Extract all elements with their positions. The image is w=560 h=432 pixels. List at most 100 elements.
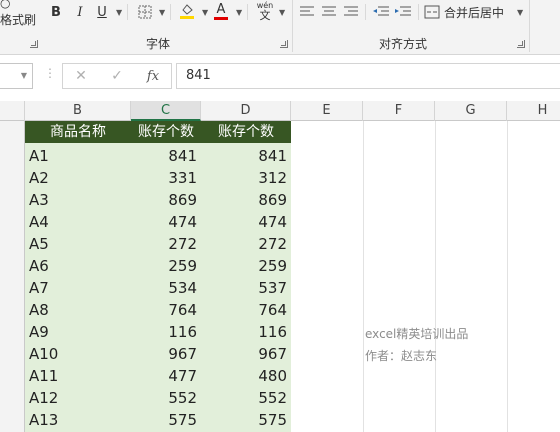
stock-count-c-cell[interactable]: 331: [135, 167, 197, 189]
stock-count-d-cell[interactable]: 312: [205, 167, 287, 189]
phonetic-dropdown-icon[interactable]: ▼: [279, 8, 285, 17]
italic-button[interactable]: I: [70, 1, 90, 23]
product-name-cell[interactable]: A5: [29, 233, 49, 255]
alignment-launcher-icon[interactable]: [517, 40, 525, 48]
alignment-group-label: 对齐方式: [379, 37, 428, 51]
phonetic-guide-button[interactable]: wén 文: [254, 0, 276, 22]
separator: [418, 4, 419, 20]
merge-center-button[interactable]: 合并后居中: [424, 1, 514, 23]
column-header-c[interactable]: C: [131, 101, 201, 121]
stock-count-d-cell[interactable]: 575: [205, 409, 287, 431]
stock-count-c-cell[interactable]: 477: [135, 365, 197, 387]
stock-count-c-cell[interactable]: 534: [135, 277, 197, 299]
name-box[interactable]: ▼: [0, 63, 33, 89]
column-header-f[interactable]: F: [363, 101, 435, 121]
table-row: A13 575 575: [25, 409, 291, 431]
font-launcher-icon[interactable]: [280, 40, 288, 48]
column-header-h[interactable]: H: [507, 101, 560, 121]
product-name-cell[interactable]: A12: [29, 387, 58, 409]
stock-count-c-cell[interactable]: 259: [135, 255, 197, 277]
decrease-indent-button[interactable]: [372, 1, 390, 23]
select-all-corner[interactable]: [0, 101, 25, 121]
font-group-label: 字体: [146, 37, 171, 51]
stock-count-d-cell[interactable]: 474: [205, 211, 287, 233]
stock-count-d-cell[interactable]: 259: [205, 255, 287, 277]
borders-dropdown-icon[interactable]: ▼: [159, 8, 165, 17]
clipboard-launcher-icon[interactable]: [30, 40, 38, 48]
formula-bar-buttons: ✕ ✓ fx: [62, 63, 172, 89]
stock-count-d-cell[interactable]: 116: [205, 321, 287, 343]
stock-count-c-cell[interactable]: 116: [135, 321, 197, 343]
row-header-gutter[interactable]: [0, 121, 25, 432]
fill-color-dropdown-icon[interactable]: ▼: [202, 8, 208, 17]
stock-count-c-cell[interactable]: 869: [135, 189, 197, 211]
stock-count-d-cell[interactable]: 480: [205, 365, 287, 387]
stock-count-c-cell[interactable]: 575: [135, 409, 197, 431]
stock-count-c-cell[interactable]: 474: [135, 211, 197, 233]
stock-count-c-cell[interactable]: 552: [135, 387, 197, 409]
decrease-indent-icon: [373, 6, 389, 16]
stock-count-c-cell[interactable]: 764: [135, 299, 197, 321]
header-cell-stock-count-c[interactable]: 账存个数: [131, 121, 201, 143]
header-cell-product-name[interactable]: 商品名称: [25, 121, 131, 143]
increase-indent-button[interactable]: [394, 1, 412, 23]
table-row: A10 967 967: [25, 343, 291, 365]
table-row: A4 474 474: [25, 211, 291, 233]
stock-count-d-cell[interactable]: 841: [205, 145, 287, 167]
bold-button[interactable]: B: [46, 1, 66, 23]
align-right-button[interactable]: [342, 1, 360, 23]
font-color-dropdown-icon[interactable]: ▼: [236, 8, 242, 17]
merge-center-dropdown-icon[interactable]: ▼: [517, 8, 523, 17]
formula-bar-grip-icon[interactable]: ⋮: [44, 66, 56, 80]
borders-button[interactable]: [136, 1, 154, 23]
header-cell-stock-count-d[interactable]: 账存个数: [201, 121, 291, 143]
product-name-cell[interactable]: A2: [29, 167, 49, 189]
product-name-cell[interactable]: A4: [29, 211, 49, 233]
product-name-cell[interactable]: A1: [29, 145, 49, 167]
insert-function-icon[interactable]: fx: [135, 69, 171, 84]
underline-button[interactable]: U: [92, 1, 112, 23]
font-color-icon: A: [216, 1, 226, 17]
stock-count-c-cell[interactable]: 272: [135, 233, 197, 255]
gridline: [507, 121, 508, 432]
table-row: A2 331 312: [25, 167, 291, 189]
stock-count-d-cell[interactable]: 272: [205, 233, 287, 255]
stock-count-d-cell[interactable]: 552: [205, 387, 287, 409]
font-color-button[interactable]: A: [212, 0, 230, 22]
underline-dropdown-icon[interactable]: ▼: [116, 8, 122, 17]
gridline: [363, 121, 364, 432]
column-header-g[interactable]: G: [435, 101, 507, 121]
table-row: A11 477 480: [25, 365, 291, 387]
stock-count-c-cell[interactable]: 841: [135, 145, 197, 167]
stock-count-d-cell[interactable]: 764: [205, 299, 287, 321]
enter-icon[interactable]: ✓: [99, 68, 135, 84]
stock-count-d-cell[interactable]: 537: [205, 277, 287, 299]
fill-color-button[interactable]: [178, 0, 196, 22]
product-name-cell[interactable]: A7: [29, 277, 49, 299]
column-header-d[interactable]: D: [201, 101, 291, 121]
product-name-cell[interactable]: A8: [29, 299, 49, 321]
name-box-dropdown-icon[interactable]: ▼: [21, 71, 27, 80]
align-center-button[interactable]: [320, 1, 338, 23]
align-left-button[interactable]: [298, 1, 316, 23]
cancel-icon[interactable]: ✕: [63, 68, 99, 84]
stock-count-c-cell[interactable]: 967: [135, 343, 197, 365]
merge-center-label: 合并后居中: [444, 5, 505, 20]
table-row: A12 552 552: [25, 387, 291, 409]
product-name-cell[interactable]: A13: [29, 409, 58, 431]
column-header-b[interactable]: B: [25, 101, 131, 121]
group-separator: [292, 0, 293, 52]
product-name-cell[interactable]: A11: [29, 365, 58, 387]
product-name-cell[interactable]: A3: [29, 189, 49, 211]
column-header-e[interactable]: E: [291, 101, 363, 121]
stock-count-d-cell[interactable]: 967: [205, 343, 287, 365]
stock-count-d-cell[interactable]: 869: [205, 189, 287, 211]
table-row: A9 116 116: [25, 321, 291, 343]
product-name-cell[interactable]: A9: [29, 321, 49, 343]
product-name-cell[interactable]: A6: [29, 255, 49, 277]
borders-icon: [138, 5, 152, 19]
formula-input[interactable]: 841: [176, 63, 560, 89]
format-painter-label[interactable]: 格式刷: [0, 11, 36, 28]
separator: [247, 4, 248, 20]
product-name-cell[interactable]: A10: [29, 343, 58, 365]
